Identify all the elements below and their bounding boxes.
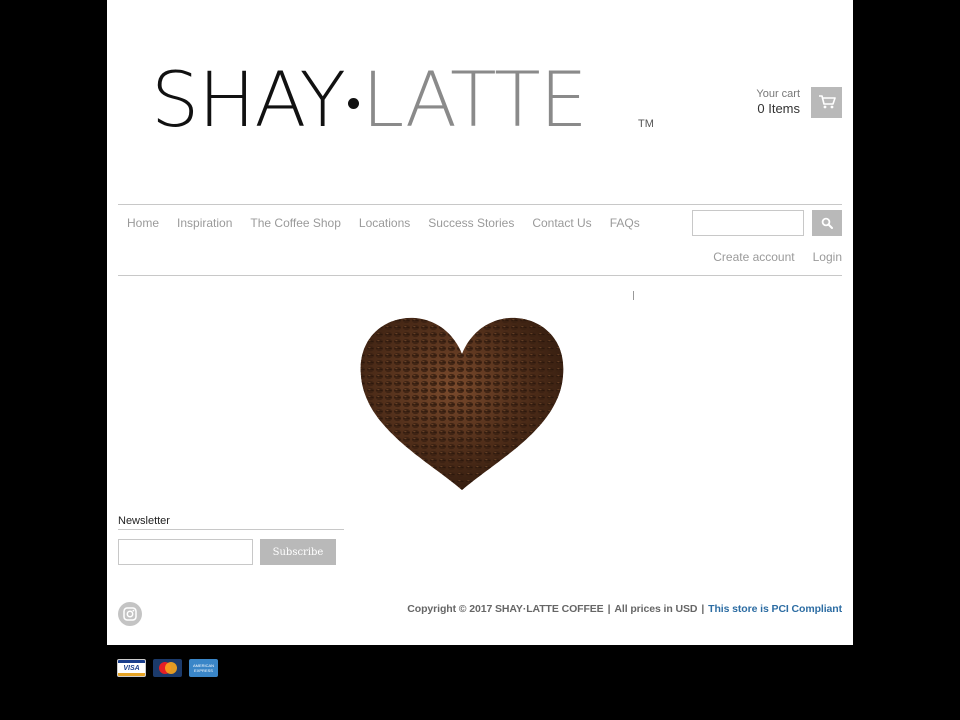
search-icon <box>821 217 833 229</box>
cart-label: Your cart <box>756 87 800 100</box>
instagram-link[interactable] <box>118 602 142 626</box>
subscribe-button[interactable]: Subscribe <box>260 539 336 565</box>
instagram-icon <box>123 607 137 621</box>
logo-wordmark: SHAY LATTE <box>151 60 588 140</box>
visa-card-icon: VISA <box>117 659 146 677</box>
login-link[interactable]: Login <box>813 250 842 264</box>
cart-summary[interactable]: Your cart 0 Items <box>756 88 800 117</box>
account-links: Create account Login <box>695 250 842 264</box>
logo-light-text: LATTE <box>361 55 588 144</box>
amex-card-icon: AMERICAN EXPRESS <box>189 659 218 677</box>
image-artifact <box>633 291 634 300</box>
nav-divider-bottom <box>118 275 842 276</box>
nav-item-success-stories[interactable]: Success Stories <box>419 212 523 234</box>
cart-icon <box>818 95 836 109</box>
nav-item-coffee-shop[interactable]: The Coffee Shop <box>241 212 350 234</box>
amex-label: AMERICAN EXPRESS <box>192 663 215 673</box>
cart-count: 0 Items <box>757 100 800 116</box>
coffee-heart-image <box>360 317 564 490</box>
footer-separator: | <box>607 603 611 615</box>
newsletter-email-input[interactable] <box>118 539 253 565</box>
logo-dot <box>347 97 359 109</box>
search-input[interactable] <box>692 210 804 236</box>
copyright-text: Copyright © 2017 SHAY·LATTE COFFEE <box>407 603 604 615</box>
footer-separator: | <box>701 603 705 615</box>
nav-item-inspiration[interactable]: Inspiration <box>168 212 241 234</box>
nav-item-locations[interactable]: Locations <box>350 212 419 234</box>
create-account-link[interactable]: Create account <box>713 250 794 264</box>
cart-widget[interactable]: Your cart 0 Items <box>756 86 842 118</box>
nav-item-home[interactable]: Home <box>118 212 168 234</box>
page-container: SHAY LATTE TM Your cart 0 Items Home Insp… <box>107 0 853 645</box>
trademark-mark: TM <box>638 118 654 130</box>
search-button[interactable] <box>812 210 842 236</box>
logo[interactable]: SHAY LATTE TM <box>151 60 654 140</box>
nav-divider-top <box>118 204 842 205</box>
payment-methods: VISA AMERICAN EXPRESS <box>117 659 225 677</box>
nav-item-contact-us[interactable]: Contact Us <box>523 212 600 234</box>
newsletter-title: Newsletter <box>118 515 170 527</box>
nav-item-faqs[interactable]: FAQs <box>601 212 649 234</box>
footer-info: Copyright © 2017 SHAY·LATTE COFFEE | All p… <box>407 603 842 615</box>
pci-compliance-link[interactable]: This store is PCI Compliant <box>708 603 842 615</box>
mastercard-icon <box>153 659 182 677</box>
visa-label: VISA <box>123 664 140 672</box>
prices-note: All prices in USD <box>614 603 698 615</box>
logo-dark-text: SHAY <box>151 55 346 144</box>
newsletter-divider <box>118 529 344 530</box>
cart-button[interactable] <box>811 86 842 118</box>
main-nav: Home Inspiration The Coffee Shop Locatio… <box>118 212 649 234</box>
